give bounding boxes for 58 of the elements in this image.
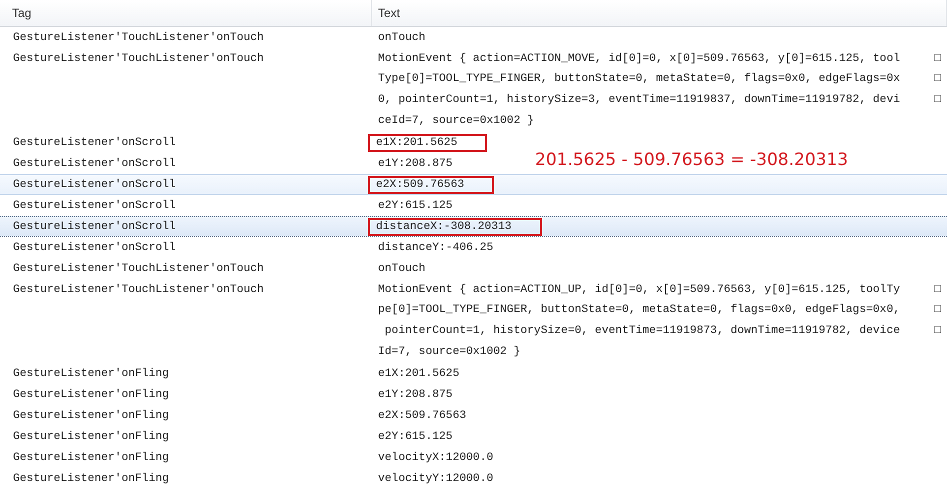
tag-cell-text: GestureListener'onScroll xyxy=(12,178,177,192)
log-text: ceId=7, source=0x1002 } xyxy=(377,114,535,128)
wrap-mark: □ xyxy=(934,304,941,316)
highlighted-log-text: distanceX:-308.20313 xyxy=(368,218,542,236)
log-text: pe[0]=TOOL_TYPE_FINGER, buttonState=0, metaState=0, flags=0x0, edgeFlags=0x0, xyxy=(377,302,902,318)
log-row[interactable]: GestureListener'onScroll e2X:509.76563 xyxy=(0,174,947,195)
log-row[interactable]: GestureListener'onFling e1Y:208.875 xyxy=(0,384,947,405)
tag-cell-text: GestureListener'onScroll xyxy=(12,240,177,256)
tag-cell-text: GestureListener'TouchListener'onTouch xyxy=(12,282,265,298)
log-text: MotionEvent { action=ACTION_UP, id[0]=0, x[0]=509.76563, y[0]=615.125, toolTy xyxy=(377,282,902,298)
tag-cell-text: GestureListener'onFling xyxy=(12,388,170,402)
tag-cell-text: GestureListener'onFling xyxy=(12,408,170,424)
log-row[interactable]: GestureListener'TouchListener'onTouch onTouch xyxy=(0,27,947,48)
log-row[interactable]: GestureListener'onFling e2Y:615.125 xyxy=(0,426,947,447)
log-text: distanceY:-406.25 xyxy=(377,240,494,256)
tag-cell-text: GestureListener'onFling xyxy=(12,472,170,486)
log-text: e1Y:208.875 xyxy=(377,156,454,172)
log-text: 0, pointerCount=1, historySize=3, eventTime=11919837, downTime=11919782, devi xyxy=(377,92,902,108)
log-text: Id=7, source=0x1002 } xyxy=(377,344,522,360)
tag-cell-text: GestureListener'onFling xyxy=(12,430,170,444)
tag-cell-text: GestureListener'TouchListener'onTouch xyxy=(12,262,265,276)
log-row[interactable]: GestureListener'onFling e2X:509.76563 xyxy=(0,405,947,426)
log-row[interactable]: GestureListener'onFling e1X:201.5625 xyxy=(0,363,947,384)
tag-cell-text: GestureListener'onScroll xyxy=(12,198,177,214)
wrap-mark: □ xyxy=(934,324,941,336)
log-row[interactable]: GestureListener'onScroll distanceX:-308.20313 xyxy=(0,216,947,237)
tag-cell-text: GestureListener'onFling xyxy=(12,366,170,382)
log-row[interactable]: GestureListener'onScroll e2Y:615.125 xyxy=(0,195,947,216)
wrap-mark: □ xyxy=(934,94,941,106)
log-text: velocityY:12000.0 xyxy=(377,472,494,486)
log-text: e2Y:615.125 xyxy=(377,430,454,444)
log-text: MotionEvent { action=ACTION_MOVE, id[0]=0, x[0]=509.76563, y[0]=615.125, tool xyxy=(377,52,902,66)
log-row[interactable]: GestureListener'TouchListener'onTouch onTouch xyxy=(0,258,947,279)
tag-cell-text: GestureListener'onScroll xyxy=(12,136,177,150)
log-text: velocityX:12000.0 xyxy=(377,450,494,466)
log-row[interactable]: GestureListener'onScroll distanceY:-406.25 xyxy=(0,237,947,258)
log-text: pointerCount=1, historySize=0, eventTime=11919873, downTime=11919782, device xyxy=(384,324,902,338)
highlighted-log-text: e1X:201.5625 xyxy=(368,134,488,152)
wrap-mark: □ xyxy=(934,284,941,296)
log-text: onTouch xyxy=(377,30,426,46)
tag-cell-text: GestureListener'onScroll xyxy=(12,220,177,234)
column-header[interactable]: Text xyxy=(372,0,947,26)
log-text: e2Y:615.125 xyxy=(377,198,454,214)
tag-cell-text: GestureListener'onFling xyxy=(12,450,170,466)
column-header[interactable]: Tag xyxy=(0,0,372,26)
tag-cell-text: GestureListener'TouchListener'onTouch xyxy=(12,30,265,46)
highlighted-log-text: e2X:509.76563 xyxy=(368,176,494,194)
log-text: Type[0]=TOOL_TYPE_FINGER, buttonState=0, metaState=0, flags=0x0, edgeFlags=0x xyxy=(377,72,902,86)
log-text: e2X:509.76563 xyxy=(377,408,468,424)
wrap-mark: □ xyxy=(934,72,941,84)
log-row[interactable]: GestureListener'onFling velocityX:12000.0 xyxy=(0,447,947,468)
log-text: onTouch xyxy=(377,262,426,276)
log-text: e1X:201.5625 xyxy=(377,366,460,382)
wrap-mark: □ xyxy=(934,52,941,64)
log-row[interactable]: GestureListener'onFling velocityY:12000.0 xyxy=(0,468,947,489)
tag-cell-text: GestureListener'onScroll xyxy=(12,156,177,172)
tag-cell-text: GestureListener'TouchListener'onTouch xyxy=(12,52,265,66)
log-text: e1Y:208.875 xyxy=(377,388,454,402)
